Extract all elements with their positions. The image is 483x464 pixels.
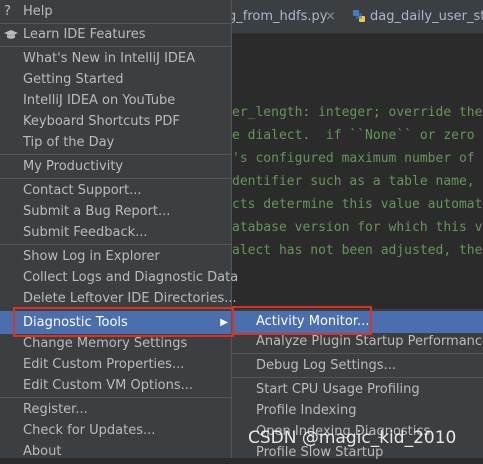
menu-item-label: Show Log in Explorer [23,249,160,264]
menu-item-label: IntelliJ IDEA on YouTube [23,93,176,108]
menu-item-label: What's New in IntelliJ IDEA [23,51,196,66]
menu-item-my-productivity[interactable]: My Productivity [0,156,231,177]
menu-item-learn-ide-features[interactable]: Learn IDE Features [0,24,231,45]
menu-item-about[interactable]: About [0,441,231,462]
menu-item-label: Register... [23,402,88,417]
menu-separator [232,353,483,354]
menu-item-label: Delete Leftover IDE Directories... [23,291,237,306]
menu-item-submit-feedback[interactable]: Submit Feedback... [0,222,231,243]
menu-item-label: Check for Updates... [23,423,156,438]
menu-item-label: Getting Started [23,72,124,87]
menu-separator [0,178,231,179]
menu-item-label: Help [23,4,53,19]
menu-item-label: About [23,444,62,459]
highlight-box-activity-monitor [232,306,372,335]
menu-item-help[interactable]: ? Help [0,1,231,22]
python-file-icon [353,10,365,22]
menu-separator [0,46,231,47]
menu-item-youtube[interactable]: IntelliJ IDEA on YouTube [0,90,231,111]
highlight-box-diagnostic-tools [13,307,234,337]
menu-item-label: Submit Feedback... [23,225,148,240]
menu-item-check-updates[interactable]: Check for Updates... [0,420,231,441]
menu-item-label: Collect Logs and Diagnostic Data [23,270,239,285]
close-icon[interactable]: × [325,0,336,33]
code-line: er_length: integer; override the [232,105,483,120]
code-line: cts determine this value automat [232,197,483,212]
menu-item-label: Contact Support... [23,183,142,198]
menu-item-tip-of-day[interactable]: Tip of the Day [0,132,231,153]
menu-item-label: Keyboard Shortcuts PDF [23,114,180,129]
submenu-item-start-cpu-profiling[interactable]: Start CPU Usage Profiling [232,379,483,401]
editor-tab-hdfs[interactable]: g_from_hdfs.py [228,0,327,33]
code-line: 's configured maximum number of [232,151,475,166]
graduation-cap-icon [4,30,18,39]
menu-item-edit-vm-options[interactable]: Edit Custom VM Options... [0,375,231,396]
menu-item-keyboard-shortcuts[interactable]: Keyboard Shortcuts PDF [0,111,231,132]
code-line: atabase version for which this v [232,220,483,235]
menu-item-label: Submit a Bug Report... [23,204,171,219]
menu-item-contact-support[interactable]: Contact Support... [0,180,231,201]
question-icon: ? [4,4,11,19]
code-line: dentifier such as a table name, [232,174,475,189]
submenu-item-label: Debug Log Settings... [256,358,396,373]
code-line: alect has not been adjusted, the [232,243,483,258]
menu-item-label: My Productivity [23,159,124,174]
menu-item-whats-new[interactable]: What's New in IntelliJ IDEA [0,48,231,69]
code-line: e dialect. if ``None`` or zero [232,128,475,143]
tab-label: dag_daily_user_stat. [370,9,483,24]
submenu-item-debug-log-settings[interactable]: Debug Log Settings... [232,355,483,377]
tab-label: g_from_hdfs.py [228,9,328,24]
submenu-item-label: Profile Indexing [256,403,357,418]
menu-item-label: Learn IDE Features [23,27,146,42]
menu-item-edit-custom-properties[interactable]: Edit Custom Properties... [0,354,231,375]
menu-item-delete-leftover[interactable]: Delete Leftover IDE Directories... [0,288,237,309]
menu-separator [0,397,231,398]
help-menu: ? Help Learn IDE Features What's New in … [0,0,238,459]
menu-item-submit-bug[interactable]: Submit a Bug Report... [0,201,231,222]
menu-item-show-log[interactable]: Show Log in Explorer [0,246,231,267]
watermark: CSDN @magic_kid_2010 [248,428,457,448]
menu-separator [0,154,231,155]
menu-item-getting-started[interactable]: Getting Started [0,69,231,90]
menu-item-collect-logs[interactable]: Collect Logs and Diagnostic Data [0,267,238,288]
submenu-item-profile-indexing[interactable]: Profile Indexing [232,400,483,422]
menu-item-register[interactable]: Register... [0,399,231,420]
menu-separator [232,377,483,378]
menu-item-label: Edit Custom VM Options... [23,378,194,393]
submenu-item-label: Start CPU Usage Profiling [256,382,420,397]
menu-separator [0,244,231,245]
menu-item-label: Edit Custom Properties... [23,357,185,372]
editor-tab-dag-daily[interactable]: dag_daily_user_stat. [370,0,483,33]
menu-item-label: Tip of the Day [23,135,115,150]
